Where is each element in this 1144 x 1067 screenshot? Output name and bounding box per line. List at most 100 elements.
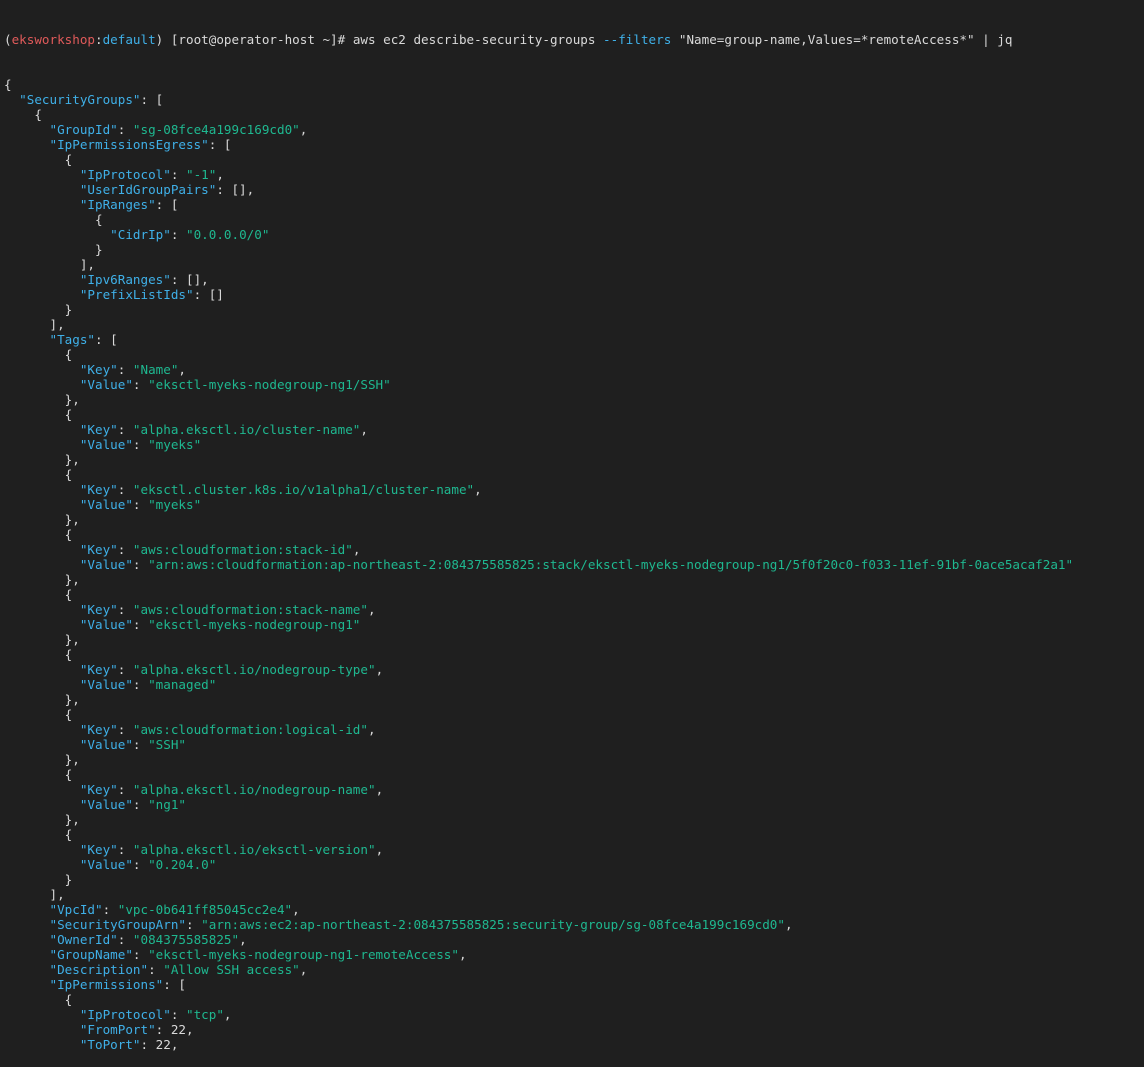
json-punctuation: : xyxy=(117,542,133,557)
json-key: "Value" xyxy=(79,377,133,392)
json-punctuation xyxy=(4,947,50,962)
output-line: "Value": "myeks" xyxy=(4,497,1144,512)
json-punctuation: ], xyxy=(4,887,65,902)
json-string-value: "aws:cloudformation:logical-id" xyxy=(132,722,368,737)
json-string-value: "tcp" xyxy=(186,1007,224,1022)
json-punctuation xyxy=(4,1007,80,1022)
output-line: "FromPort": 22, xyxy=(4,1022,1144,1037)
json-key: "Key" xyxy=(79,602,118,617)
output-line: } xyxy=(4,242,1144,257)
json-punctuation xyxy=(4,122,50,137)
json-punctuation xyxy=(4,617,80,632)
json-punctuation xyxy=(4,1037,80,1052)
json-punctuation xyxy=(4,977,50,992)
command-text: aws ec2 describe-security-groups xyxy=(352,32,604,47)
json-punctuation xyxy=(4,227,110,242)
json-key: "Key" xyxy=(79,842,118,857)
json-string-value: "alpha.eksctl.io/nodegroup-type" xyxy=(132,662,376,677)
output-line: { xyxy=(4,827,1144,842)
output-line: "Key": "aws:cloudformation:stack-id", xyxy=(4,542,1144,557)
json-punctuation xyxy=(4,137,50,152)
json-string-value: "0.0.0.0/0" xyxy=(186,227,270,242)
output-line: "CidrIp": "0.0.0.0/0" xyxy=(4,227,1144,242)
json-punctuation xyxy=(4,842,80,857)
output-line: "IpProtocol": "tcp", xyxy=(4,1007,1144,1022)
output-line: }, xyxy=(4,452,1144,467)
json-key: "Tags" xyxy=(49,332,96,347)
json-punctuation: : xyxy=(132,497,149,512)
json-punctuation: { xyxy=(4,347,73,362)
output-line: "Value": "eksctl-myeks-nodegroup-ng1/SSH… xyxy=(4,377,1144,392)
output-line: "Value": "myeks" xyxy=(4,437,1144,452)
output-line: "IpPermissions": [ xyxy=(4,977,1144,992)
json-punctuation: : xyxy=(117,722,133,737)
json-key: "Value" xyxy=(79,857,133,872)
json-punctuation: { xyxy=(4,527,73,542)
json-key: "Key" xyxy=(79,482,118,497)
json-punctuation: : xyxy=(117,362,133,377)
json-punctuation: : xyxy=(170,167,186,182)
json-punctuation: { xyxy=(4,152,73,167)
output-line: { xyxy=(4,467,1144,482)
json-punctuation xyxy=(4,182,80,197)
json-punctuation xyxy=(4,797,80,812)
json-string-value: "myeks" xyxy=(148,437,202,452)
json-punctuation: , xyxy=(360,422,368,437)
json-punctuation: , xyxy=(223,1007,232,1022)
output-line: ], xyxy=(4,317,1144,332)
json-string-value: "0.204.0" xyxy=(148,857,217,872)
json-punctuation: : xyxy=(117,602,133,617)
json-number-value: 22 xyxy=(155,1037,171,1052)
output-line: "IpProtocol": "-1", xyxy=(4,167,1144,182)
output-line: "Key": "alpha.eksctl.io/eksctl-version", xyxy=(4,842,1144,857)
json-punctuation: { xyxy=(4,767,73,782)
json-punctuation: , xyxy=(299,122,308,137)
json-punctuation: , xyxy=(474,482,482,497)
json-punctuation: , xyxy=(186,1022,194,1037)
json-string-value: "sg-08fce4a199c169cd0" xyxy=(132,122,300,137)
output-line: "Key": "eksctl.cluster.k8s.io/v1alpha1/c… xyxy=(4,482,1144,497)
output-line: "Key": "aws:cloudformation:logical-id", xyxy=(4,722,1144,737)
output-line: { xyxy=(4,647,1144,662)
json-punctuation: } xyxy=(4,872,73,887)
json-string-value: "arn:aws:cloudformation:ap-northeast-2:0… xyxy=(148,557,1074,572)
json-punctuation: }, xyxy=(4,452,80,467)
json-punctuation: , xyxy=(375,842,384,857)
json-punctuation xyxy=(4,677,80,692)
json-punctuation: : [ xyxy=(140,92,164,107)
json-punctuation xyxy=(4,602,80,617)
json-punctuation: : xyxy=(117,782,133,797)
json-punctuation: { xyxy=(4,467,73,482)
json-key: "ToPort" xyxy=(79,1037,141,1052)
json-punctuation: { xyxy=(4,407,73,422)
json-punctuation: } xyxy=(4,242,103,257)
json-punctuation: : xyxy=(117,422,133,437)
json-punctuation xyxy=(4,497,80,512)
json-key: "Key" xyxy=(79,722,118,737)
json-key: "UserIdGroupPairs" xyxy=(79,182,217,197)
json-punctuation: , xyxy=(292,902,300,917)
json-punctuation: }, xyxy=(4,692,80,707)
json-punctuation: }, xyxy=(4,512,80,527)
json-key: "GroupName" xyxy=(49,947,133,962)
prompt-context: eksworkshop xyxy=(11,32,95,47)
output-line: }, xyxy=(4,752,1144,767)
json-punctuation xyxy=(4,482,80,497)
json-key: "Ipv6Ranges" xyxy=(79,272,171,287)
json-punctuation xyxy=(4,167,80,182)
json-string-value: "vpc-0b641ff85045cc2e4" xyxy=(117,902,293,917)
json-punctuation: : xyxy=(132,557,149,572)
output-line: }, xyxy=(4,392,1144,407)
output-line: { xyxy=(4,107,1144,122)
output-line: "Value": "arn:aws:cloudformation:ap-nort… xyxy=(4,557,1144,572)
json-punctuation xyxy=(4,92,19,107)
output-line: "Key": "alpha.eksctl.io/nodegroup-type", xyxy=(4,662,1144,677)
json-punctuation: : xyxy=(148,962,164,977)
json-string-value: "arn:aws:ec2:ap-northeast-2:084375585825… xyxy=(201,917,785,932)
json-key: "IpProtocol" xyxy=(79,167,171,182)
output-line: ], xyxy=(4,257,1144,272)
terminal-window[interactable]: (eksworkshop:default) [root@operator-hos… xyxy=(0,0,1144,1052)
json-punctuation: ], xyxy=(4,257,95,272)
json-key: "VpcId" xyxy=(49,902,103,917)
json-punctuation xyxy=(4,962,50,977)
